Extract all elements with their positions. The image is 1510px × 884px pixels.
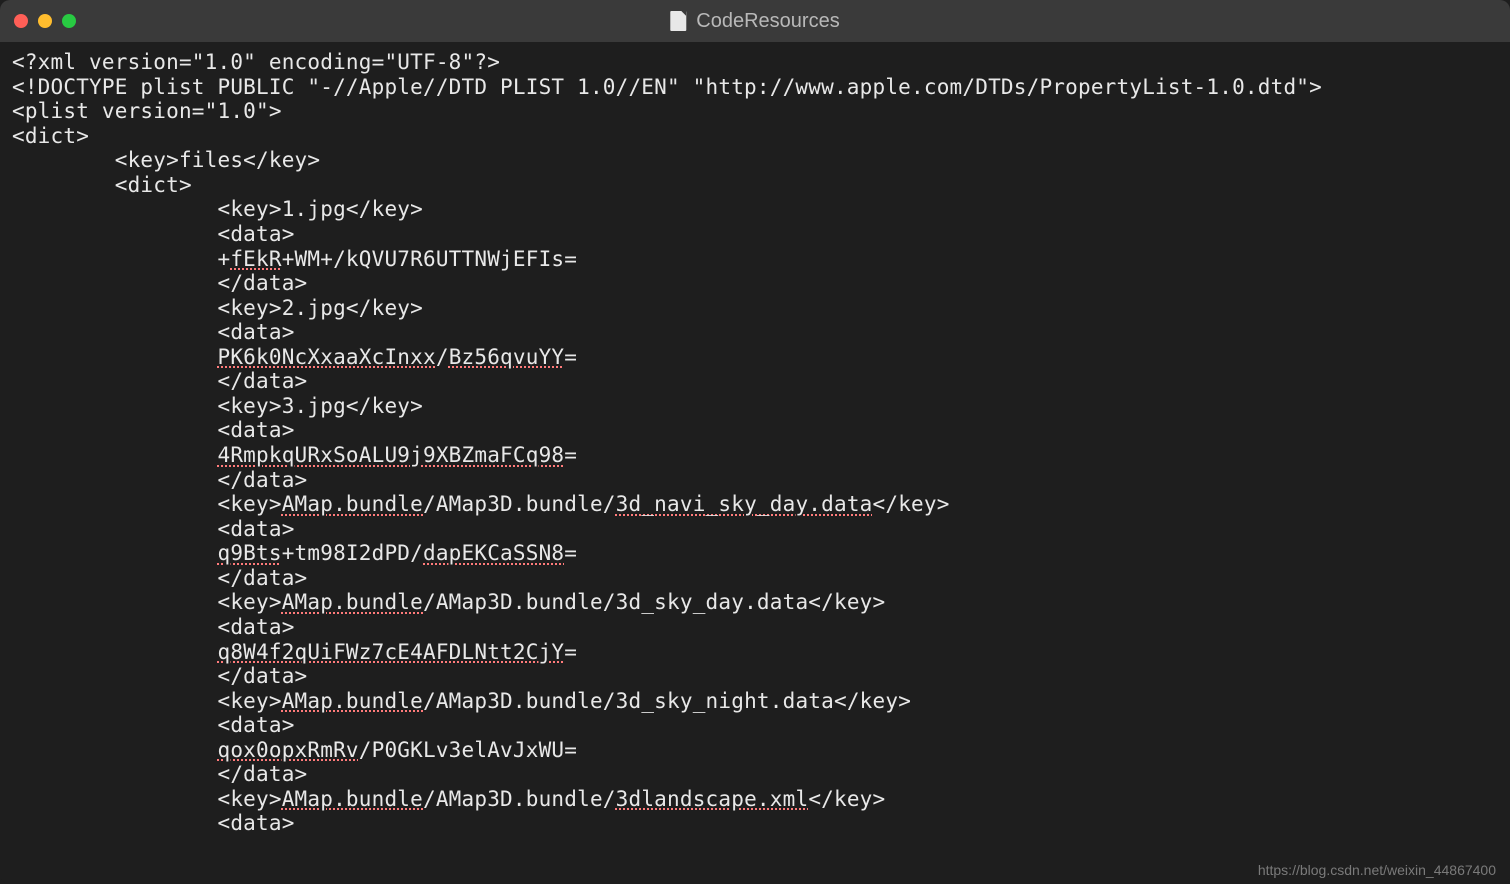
code-line: <data> bbox=[12, 811, 295, 835]
code-line: +fEkR+WM+/kQVU7R6UTTNWjEFIs= bbox=[12, 247, 577, 271]
code-line: <data> bbox=[12, 320, 295, 344]
watermark-text: https://blog.csdn.net/weixin_44867400 bbox=[1258, 862, 1496, 878]
code-line: <!DOCTYPE plist PUBLIC "-//Apple//DTD PL… bbox=[12, 75, 1322, 99]
code-line: <data> bbox=[12, 713, 295, 737]
code-line: qox0opxRmRv/P0GKLv3elAvJxWU= bbox=[12, 738, 577, 762]
code-line: </data> bbox=[12, 468, 307, 492]
code-line: q8W4f2qUiFWz7cE4AFDLNtt2CjY= bbox=[12, 640, 577, 664]
code-line: </data> bbox=[12, 369, 307, 393]
file-icon bbox=[670, 11, 686, 31]
code-line: <plist version="1.0"> bbox=[12, 99, 282, 123]
code-line: <key>AMap.bundle/AMap3D.bundle/3d_sky_da… bbox=[12, 590, 885, 614]
code-line: <data> bbox=[12, 222, 295, 246]
code-line: </data> bbox=[12, 271, 307, 295]
code-line: 4RmpkqURxSoALU9j9XBZmaFCq98= bbox=[12, 443, 577, 467]
code-line: </data> bbox=[12, 566, 307, 590]
code-line: <dict> bbox=[12, 124, 89, 148]
code-line: PK6k0NcXxaaXcInxx/Bz56qvuYY= bbox=[12, 345, 577, 369]
maximize-button[interactable] bbox=[62, 14, 76, 28]
editor-window: CodeResources <?xml version="1.0" encodi… bbox=[0, 0, 1510, 884]
code-line: <key>AMap.bundle/AMap3D.bundle/3dlandsca… bbox=[12, 787, 885, 811]
minimize-button[interactable] bbox=[38, 14, 52, 28]
code-line: <key>1.jpg</key> bbox=[12, 197, 423, 221]
code-line: <?xml version="1.0" encoding="UTF-8"?> bbox=[12, 50, 500, 74]
window-controls bbox=[14, 14, 76, 28]
code-line: <data> bbox=[12, 517, 295, 541]
window-title: CodeResources bbox=[696, 10, 839, 33]
code-line: <dict> bbox=[12, 173, 192, 197]
code-line: <key>files</key> bbox=[12, 148, 320, 172]
code-line: q9Bts+tm98I2dPD/dapEKCaSSN8= bbox=[12, 541, 577, 565]
code-line: <key>2.jpg</key> bbox=[12, 296, 423, 320]
editor-content[interactable]: <?xml version="1.0" encoding="UTF-8"?> <… bbox=[0, 42, 1510, 884]
code-line: <data> bbox=[12, 418, 295, 442]
code-line: <data> bbox=[12, 615, 295, 639]
window-title-group: CodeResources bbox=[670, 10, 839, 33]
window-titlebar[interactable]: CodeResources bbox=[0, 0, 1510, 42]
close-button[interactable] bbox=[14, 14, 28, 28]
code-line: </data> bbox=[12, 762, 307, 786]
code-line: </data> bbox=[12, 664, 307, 688]
code-line: <key>AMap.bundle/AMap3D.bundle/3d_navi_s… bbox=[12, 492, 950, 516]
code-line: <key>AMap.bundle/AMap3D.bundle/3d_sky_ni… bbox=[12, 689, 911, 713]
code-line: <key>3.jpg</key> bbox=[12, 394, 423, 418]
